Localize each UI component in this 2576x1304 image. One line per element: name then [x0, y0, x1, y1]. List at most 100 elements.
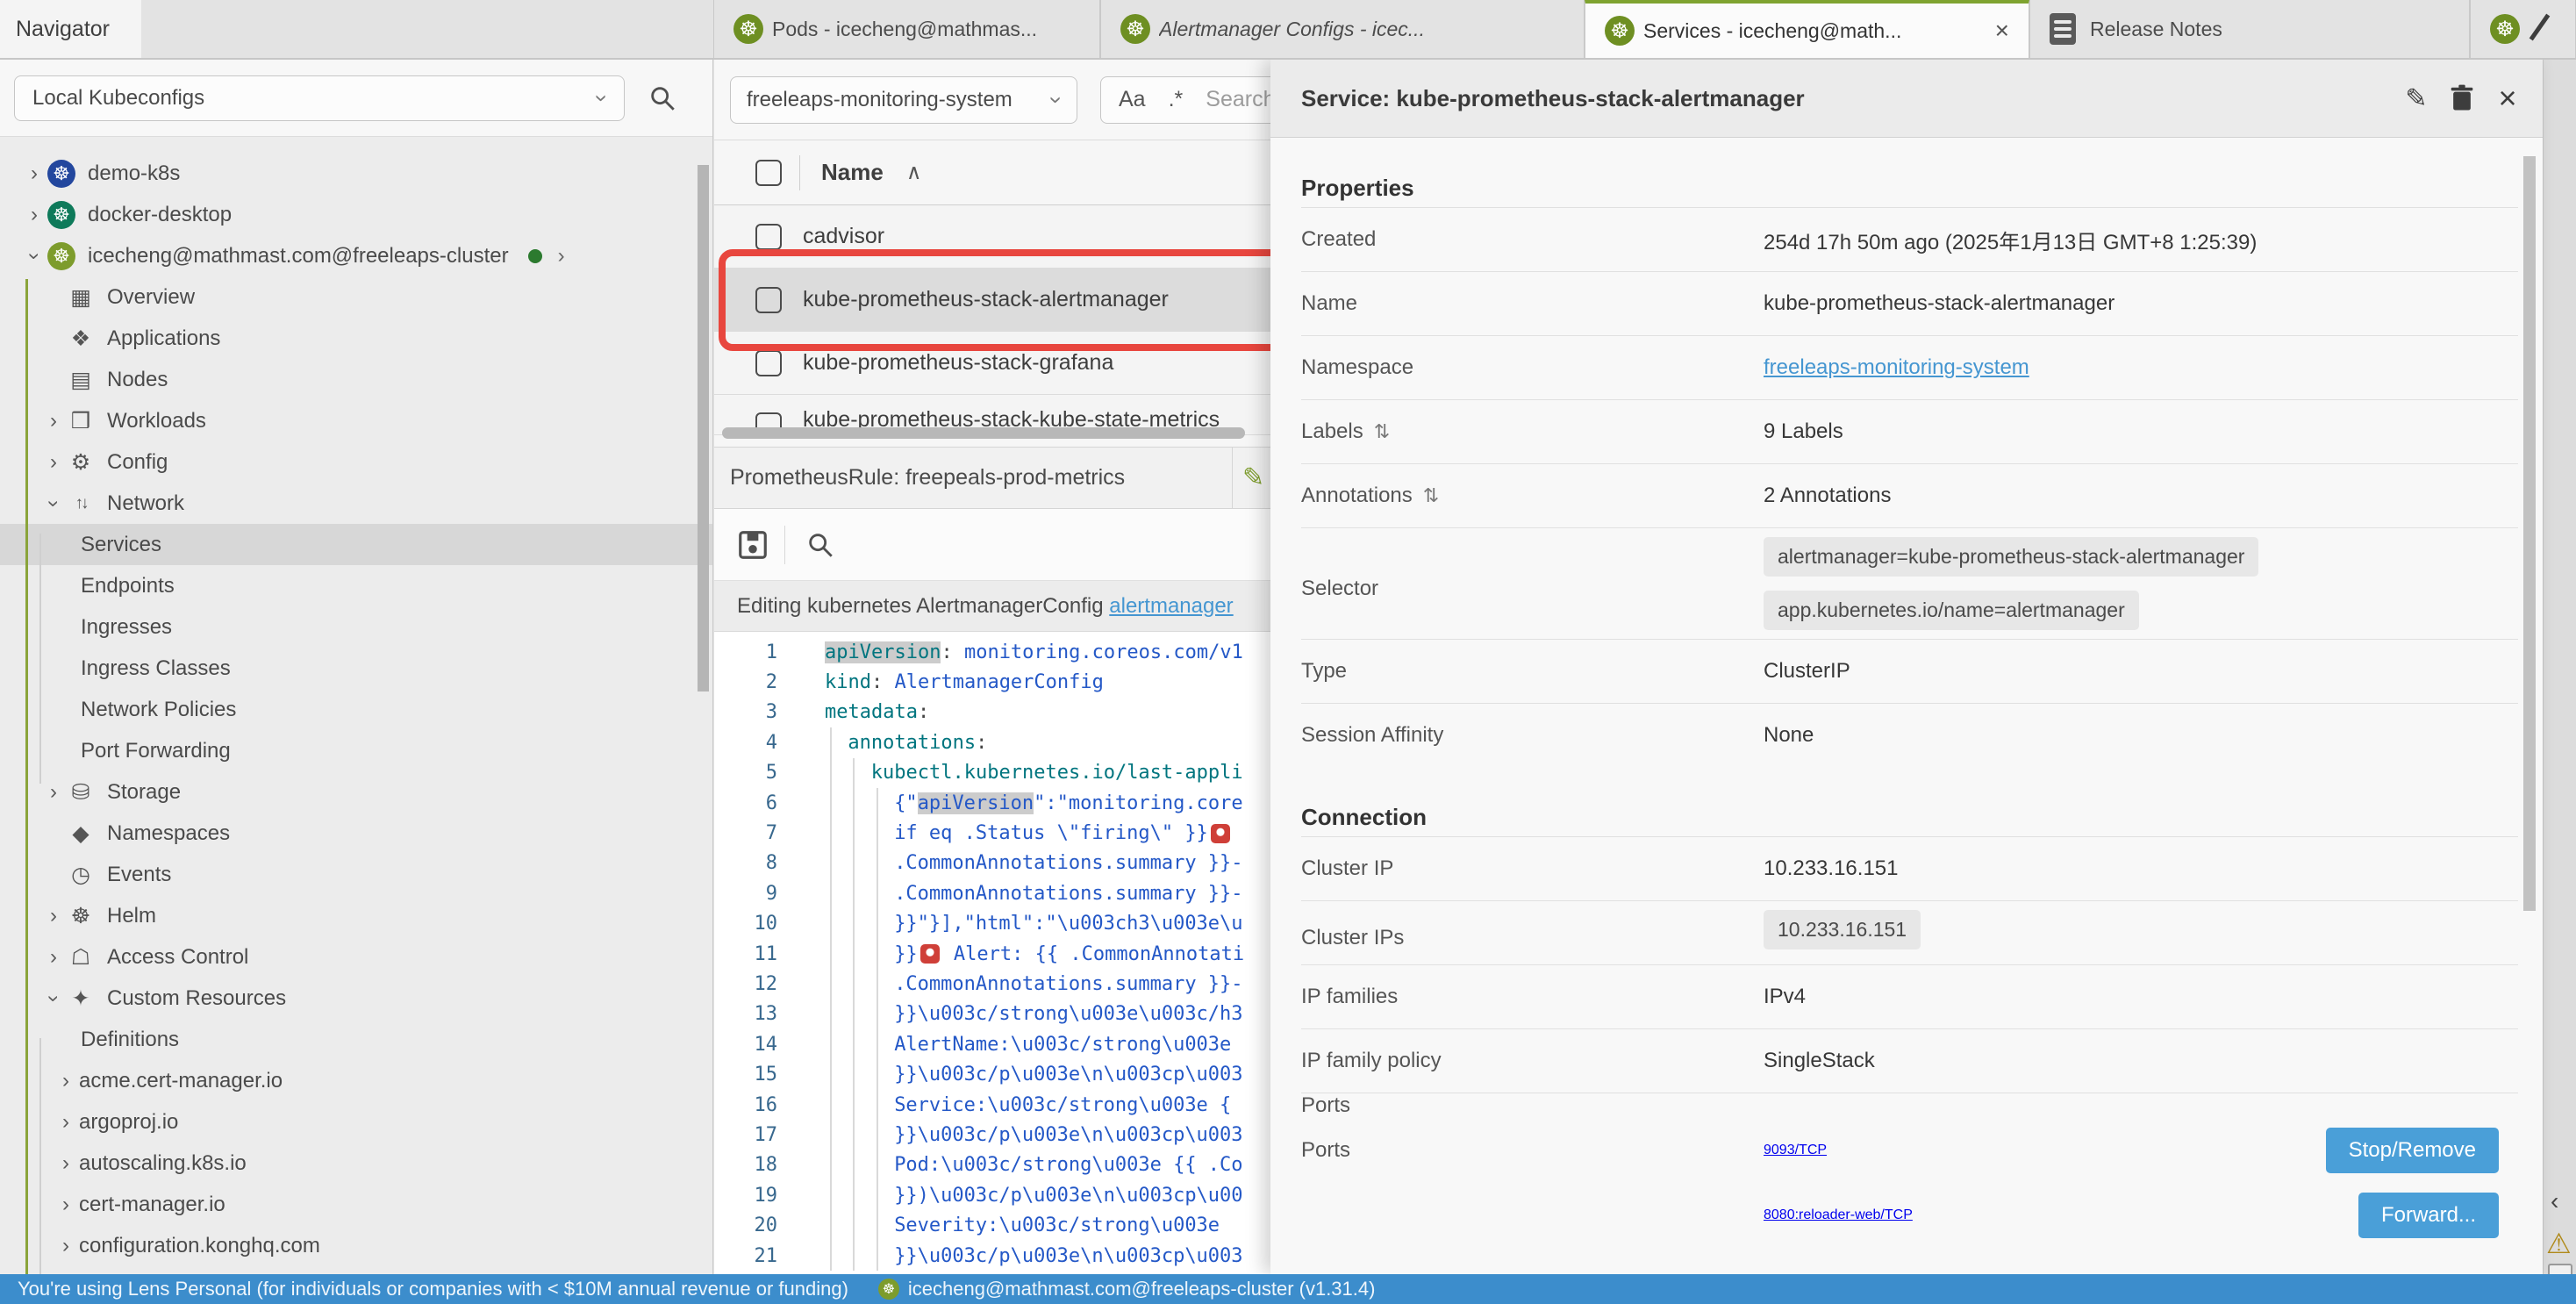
- row-checkbox[interactable]: [755, 350, 782, 376]
- chevron-collapsed-icon[interactable]: ›: [53, 1193, 79, 1217]
- edit-pencil-icon[interactable]: ✎: [1242, 462, 1264, 493]
- chevron-collapsed-icon[interactable]: ›: [53, 1069, 79, 1093]
- chevron-collapsed-icon[interactable]: ›: [21, 161, 47, 186]
- sidebar-item-network[interactable]: ›↑↓Network: [0, 483, 712, 524]
- sidebar-item-cluster-freeleaps[interactable]: ›☸icecheng@mathmast.com@freeleaps-cluste…: [0, 235, 712, 276]
- namespace-select[interactable]: freeleaps-monitoring-system ›: [730, 76, 1077, 124]
- sidebar-item-cert-manager-io[interactable]: ›cert-manager.io: [0, 1184, 712, 1225]
- row-name: kube-prometheus-stack-alertmanager: [803, 287, 1169, 312]
- port-action-button[interactable]: Forward...: [2358, 1193, 2499, 1238]
- sidebar-item-config[interactable]: ›⚙Config: [0, 441, 712, 483]
- regex-toggle[interactable]: .*: [1169, 87, 1184, 112]
- sidebar-item-cluster-demo-k8s[interactable]: ›☸demo-k8s: [0, 153, 712, 194]
- chevron-collapsed-icon[interactable]: ›: [40, 945, 67, 970]
- chevron-left-icon[interactable]: ‹: [2551, 1187, 2558, 1215]
- sidebar-item-network-policies[interactable]: Network Policies: [0, 689, 712, 730]
- select-all-checkbox[interactable]: [755, 160, 782, 186]
- chevron-collapsed-icon[interactable]: ›: [40, 780, 67, 805]
- search-icon[interactable]: [648, 83, 677, 113]
- edit-pencil-icon[interactable]: ✎: [2394, 83, 2439, 114]
- alertmanager-link[interactable]: alertmanager: [1109, 594, 1233, 618]
- port-action-button[interactable]: Stop/Remove: [2326, 1128, 2499, 1173]
- match-case-toggle[interactable]: Aa: [1119, 87, 1146, 112]
- sidebar-item-acme-cert-manager-io[interactable]: ›acme.cert-manager.io: [0, 1060, 712, 1101]
- sidebar-item-services[interactable]: Services: [0, 524, 712, 565]
- sidebar-item-helm[interactable]: ›☸Helm: [0, 895, 712, 936]
- sidebar-item-events[interactable]: ◷Events: [0, 854, 712, 895]
- kubeconfig-select[interactable]: Local Kubeconfigs ›: [14, 75, 625, 121]
- sidebar-item-configuration-konghq-com[interactable]: ›configuration.konghq.com: [0, 1225, 712, 1266]
- chevron-collapsed-icon[interactable]: ›: [53, 1234, 79, 1258]
- indent-guide: [830, 878, 832, 908]
- indent-guide: [877, 1090, 878, 1120]
- port-link[interactable]: 9093/TCP: [1764, 1143, 1827, 1157]
- sidebar-item-access-control[interactable]: ›☖Access Control: [0, 936, 712, 978]
- save-icon[interactable]: [733, 526, 772, 564]
- port-link[interactable]: 8080:reloader-web/TCP: [1764, 1207, 1913, 1222]
- sidebar-item-ingress-classes[interactable]: Ingress Classes: [0, 648, 712, 689]
- active-cluster-status[interactable]: ☸ icecheng@mathmast.com@freeleaps-cluste…: [878, 1278, 1376, 1300]
- tab-alertmanager-configs[interactable]: ☸Alertmanager Configs - icec...: [1100, 0, 1585, 58]
- port-link-wrap: 9093/TCP: [1764, 1143, 2326, 1158]
- sort-arrows-icon[interactable]: ⇅: [1374, 420, 1390, 443]
- chevron-collapsed-icon[interactable]: ›: [40, 409, 67, 433]
- sidebar-scrollbar[interactable]: [698, 165, 709, 691]
- sidebar-item-argoproj-io[interactable]: ›argoproj.io: [0, 1101, 712, 1143]
- sidebar-item-overview[interactable]: ▦Overview: [0, 276, 712, 318]
- sidebar-item-cluster-docker-desktop[interactable]: ›☸docker-desktop: [0, 194, 712, 235]
- tab-label: Release Notes: [2090, 18, 2450, 41]
- tab-pods[interactable]: ☸Pods - icecheng@mathmas...: [713, 0, 1100, 58]
- drawer-row-ports: PortsPorts9093/TCPStop/Remove8080:reload…: [1301, 1093, 2518, 1248]
- line-number: 5: [714, 762, 777, 784]
- table-horizontal-scrollbar[interactable]: [722, 427, 1245, 439]
- indent-guide: [830, 1180, 832, 1210]
- line-number: 12: [714, 973, 777, 995]
- row-value: SingleStack: [1764, 1049, 2518, 1073]
- row-value: 10.233.16.151: [1764, 856, 2518, 881]
- row-checkbox[interactable]: [755, 287, 782, 313]
- tab-close-icon[interactable]: ×: [1995, 18, 2009, 43]
- sidebar-item-endpoints[interactable]: Endpoints: [0, 565, 712, 606]
- section-heading: Connection: [1301, 804, 2518, 831]
- indent-guide: [877, 788, 878, 818]
- chevron-expanded-icon[interactable]: ›: [22, 243, 47, 269]
- chevron-right-icon[interactable]: ›: [558, 244, 565, 269]
- ports-rows: Ports9093/TCPStop/Remove8080:reloader-we…: [1301, 1118, 2518, 1248]
- row-checkbox[interactable]: [755, 224, 782, 250]
- drawer-row-selector: Selectoralertmanager=kube-prometheus-sta…: [1301, 527, 2518, 639]
- chevron-collapsed-icon[interactable]: ›: [21, 203, 47, 227]
- indent-guide: [853, 849, 855, 878]
- license-notice[interactable]: You're using Lens Personal (for individu…: [18, 1278, 848, 1300]
- sidebar-item-ingresses[interactable]: Ingresses: [0, 606, 712, 648]
- sort-arrows-icon[interactable]: ⇅: [1423, 484, 1439, 507]
- sidebar-item-custom-resources[interactable]: ›✦Custom Resources: [0, 978, 712, 1019]
- navigator-title: Navigator: [16, 17, 110, 42]
- chevron-collapsed-icon[interactable]: ›: [53, 1151, 79, 1176]
- chevron-expanded-icon[interactable]: ›: [41, 491, 66, 517]
- close-icon[interactable]: ×: [2485, 80, 2530, 117]
- sort-caret-icon[interactable]: ∧: [906, 160, 922, 185]
- warning-triangle-icon[interactable]: ⚠: [2546, 1227, 2572, 1260]
- editor-search-icon[interactable]: [801, 526, 840, 564]
- dock-tab-title: PrometheusRule: freepeals-prod-metrics: [730, 465, 1125, 491]
- tab-services[interactable]: ☸Services - icecheng@math...×: [1585, 0, 2029, 58]
- sidebar-item-autoscaling-k8s-io[interactable]: ›autoscaling.k8s.io: [0, 1143, 712, 1184]
- sidebar-item-port-forwarding[interactable]: Port Forwarding: [0, 730, 712, 771]
- helm-icon: ☸: [67, 902, 95, 930]
- drawer-scrollbar[interactable]: [2523, 156, 2536, 911]
- sidebar-item-workloads[interactable]: ›❒Workloads: [0, 400, 712, 441]
- sidebar-item-applications[interactable]: ❖Applications: [0, 318, 712, 359]
- sidebar-item-storage[interactable]: ›⛁Storage: [0, 771, 712, 813]
- sidebar-item-definitions[interactable]: Definitions: [0, 1019, 712, 1060]
- column-name[interactable]: Name: [821, 159, 884, 186]
- sidebar-item-namespaces[interactable]: ◆Namespaces: [0, 813, 712, 854]
- delete-trash-icon[interactable]: [2439, 84, 2485, 112]
- chevron-collapsed-icon[interactable]: ›: [53, 1110, 79, 1135]
- chevron-expanded-icon[interactable]: ›: [41, 985, 66, 1012]
- tab-overflow-tab[interactable]: ☸: [2470, 0, 2576, 58]
- sidebar-item-nodes[interactable]: ▤Nodes: [0, 359, 712, 400]
- namespace-link[interactable]: freeleaps-monitoring-system: [1764, 355, 2029, 379]
- tab-release-notes[interactable]: Release Notes: [2029, 0, 2470, 58]
- chevron-collapsed-icon[interactable]: ›: [40, 450, 67, 475]
- chevron-collapsed-icon[interactable]: ›: [40, 904, 67, 928]
